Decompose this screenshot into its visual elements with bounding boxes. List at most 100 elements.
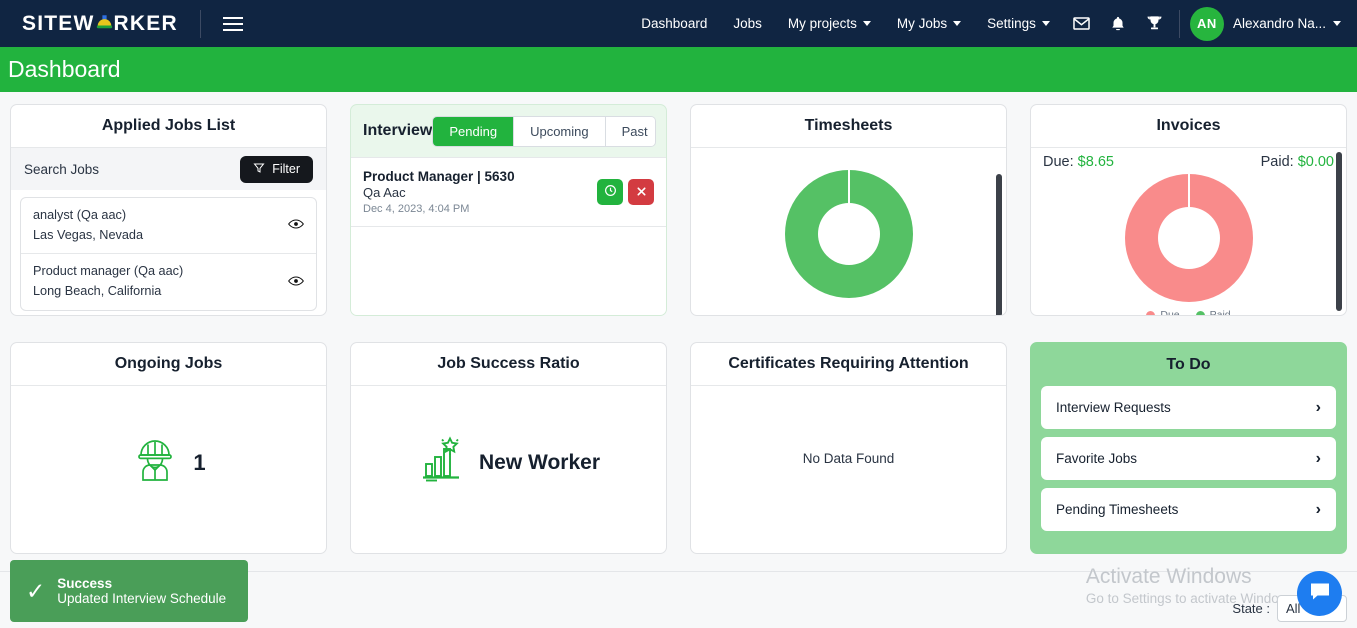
eye-icon[interactable]: [288, 218, 304, 233]
filter-button[interactable]: Filter: [240, 155, 313, 183]
card-body: No Data Found: [691, 386, 1006, 553]
invoice-due: Due: $8.65: [1043, 154, 1114, 170]
interview-header: Interview Pending Upcoming Past: [351, 105, 666, 157]
toast-title: Success: [57, 576, 113, 591]
avatar-initials: AN: [1197, 16, 1217, 31]
tab-pending[interactable]: Pending: [433, 116, 515, 146]
card-body: New Worker: [351, 386, 666, 553]
hamburger-bar: [222, 28, 243, 31]
todo-label: Favorite Jobs: [1056, 451, 1138, 466]
card-title: To Do: [1166, 355, 1211, 373]
nav-divider: [199, 9, 201, 38]
job-success-stat: New Worker: [351, 386, 666, 553]
invoice-paid-value: $0.00: [1297, 154, 1334, 170]
chevron-right-icon: ›: [1315, 449, 1321, 467]
nav-link-settings[interactable]: Settings: [974, 16, 1063, 31]
nav-label: Dashboard: [641, 16, 708, 31]
interview-entry: Product Manager | 5630 Qa Aac Dec 4, 202…: [351, 157, 666, 227]
todo-item-favorite-jobs[interactable]: Favorite Jobs ›: [1041, 437, 1336, 480]
mail-icon[interactable]: [1063, 14, 1100, 33]
eye-icon[interactable]: [288, 275, 304, 290]
tab-upcoming[interactable]: Upcoming: [514, 116, 606, 146]
trophy-icon[interactable]: [1136, 14, 1173, 33]
card-title: Ongoing Jobs: [11, 343, 326, 386]
interview-entry-info: Product Manager | 5630 Qa Aac Dec 4, 202…: [363, 169, 515, 215]
nav-link-my-jobs[interactable]: My Jobs: [884, 16, 974, 31]
watermark-title: Activate Windows: [1085, 565, 1252, 588]
card-body: Due: $8.65 Paid: $0.00 Due Paid: [1031, 148, 1346, 315]
chart-scrollbar[interactable]: [1336, 152, 1342, 311]
nav-label: Settings: [987, 16, 1036, 31]
invoice-paid-label: Paid:: [1260, 154, 1294, 170]
toast-message: Updated Interview Schedule: [57, 591, 227, 606]
card-body: 1 Approval Pending Approved: [691, 170, 1006, 315]
legend-swatch: [1195, 310, 1205, 315]
todo-item-pending-timesheets[interactable]: Pending Timesheets ›: [1041, 488, 1336, 531]
todo-item-interview-requests[interactable]: Interview Requests ›: [1041, 386, 1336, 429]
job-info: Product manager (Qa aac) Long Beach, Cal…: [33, 262, 183, 301]
check-icon: ✓: [26, 577, 46, 604]
card-interview: Interview Pending Upcoming Past Product …: [350, 104, 667, 316]
dashboard-grid-row-2: Ongoing Jobs 1 Job Success Ratio New Wor…: [0, 316, 1357, 554]
cancel-interview-button[interactable]: [628, 179, 654, 205]
donut-ring: [1124, 174, 1253, 302]
card-title: Applied Jobs List: [11, 105, 326, 148]
legend-label: Paid: [1209, 309, 1231, 316]
filter-icon: [253, 162, 265, 177]
chart-scrollbar[interactable]: [996, 174, 1002, 315]
user-name-label: Alexandro Na...: [1232, 16, 1326, 31]
reschedule-button[interactable]: [597, 179, 623, 205]
chat-support-button[interactable]: [1297, 571, 1342, 616]
toast-text: Success Updated Interview Schedule: [57, 576, 226, 606]
card-body: Search Jobs Filter analyst (Qa aac) Las …: [11, 148, 326, 315]
interview-empty-space: [351, 227, 666, 315]
bell-icon[interactable]: [1100, 15, 1136, 33]
nav-label: Jobs: [733, 16, 762, 31]
job-title: analyst (Qa aac): [33, 208, 127, 222]
search-input[interactable]: Search Jobs: [24, 162, 99, 177]
filter-label: Filter: [272, 162, 300, 176]
chevron-down-icon: [1041, 21, 1050, 26]
nav-label: My projects: [787, 16, 857, 31]
hamburger-icon[interactable]: [222, 16, 243, 31]
search-row: Search Jobs Filter: [11, 148, 326, 190]
card-body: 1: [11, 386, 326, 553]
tab-past[interactable]: Past: [605, 116, 656, 146]
hamburger-bar: [222, 16, 243, 19]
ongoing-jobs-stat: 1: [11, 386, 326, 553]
donut-seam: [847, 170, 850, 204]
todo-label: Interview Requests: [1056, 400, 1171, 415]
page-title-bar: Dashboard: [0, 47, 1357, 92]
nav-link-jobs[interactable]: Jobs: [720, 16, 775, 31]
success-toast[interactable]: ✓ Success Updated Interview Schedule: [10, 560, 248, 622]
page-title: Dashboard: [8, 56, 121, 82]
hamburger-bar: [222, 22, 243, 25]
nav-label: My Jobs: [896, 16, 948, 31]
invoice-paid: Paid: $0.00: [1261, 154, 1334, 170]
job-location: Las Vegas, Nevada: [33, 227, 144, 242]
legend-item: Due: [1146, 309, 1180, 315]
nav-separator: [1178, 9, 1180, 38]
nav-link-my-projects[interactable]: My projects: [775, 16, 884, 31]
user-menu[interactable]: Alexandro Na...: [1233, 16, 1341, 31]
list-item[interactable]: analyst (Qa aac) Las Vegas, Nevada: [21, 198, 316, 253]
card-title: Job Success Ratio: [351, 343, 666, 386]
growth-chart-star-icon: [417, 436, 465, 489]
ongoing-jobs-count: 1: [193, 449, 206, 475]
invoice-due-value: $8.65: [1077, 154, 1114, 170]
card-title: Interview: [363, 122, 433, 139]
app-logo[interactable]: SITEW RKER: [22, 12, 178, 36]
card-todo: To Do Interview Requests › Favorite Jobs…: [1030, 342, 1347, 554]
interview-actions: [597, 179, 654, 205]
nav-link-dashboard[interactable]: Dashboard: [628, 16, 720, 31]
dashboard-grid-row-1: Applied Jobs List Search Jobs Filter ana…: [0, 92, 1357, 316]
top-navbar: SITEW RKER Dashboard Jobs My projects My…: [0, 0, 1357, 47]
todo-list: Interview Requests › Favorite Jobs › Pen…: [1031, 386, 1346, 531]
invoice-due-label: Due:: [1043, 154, 1074, 170]
card-timesheets: Timesheets 1 Approval Pending Approved: [690, 104, 1007, 316]
donut-seam: [1187, 174, 1190, 208]
avatar[interactable]: AN: [1189, 6, 1224, 41]
worker-icon: [131, 436, 179, 489]
list-item[interactable]: Product manager (Qa aac) Long Beach, Cal…: [21, 253, 316, 309]
chat-bubble-icon: [1308, 579, 1332, 608]
